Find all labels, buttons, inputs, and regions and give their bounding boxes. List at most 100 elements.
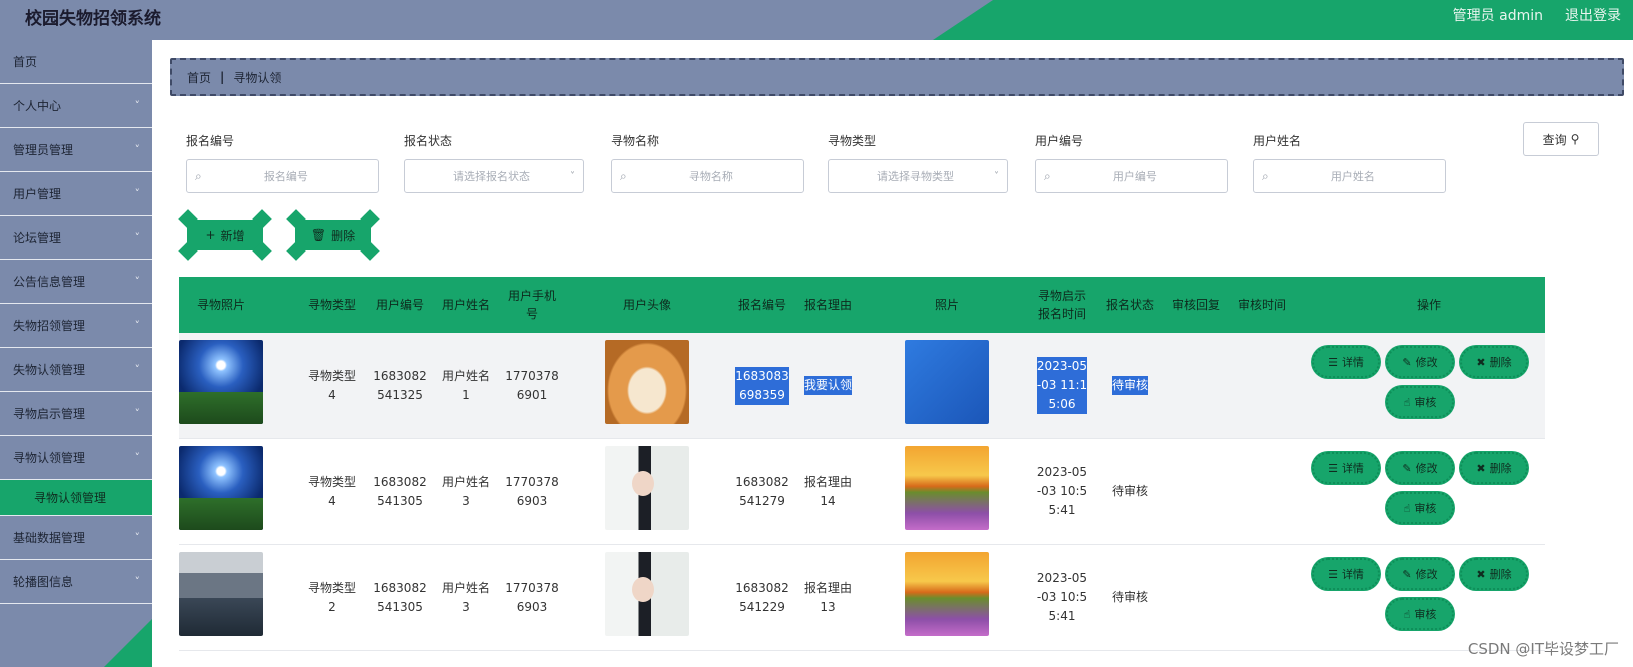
cell-reason: 报名理由 13 bbox=[803, 580, 852, 614]
sidebar-item-label: 失物认领管理 bbox=[13, 363, 86, 377]
filter-label: 报名状态 bbox=[404, 134, 453, 148]
detail-label: 详情 bbox=[1341, 568, 1364, 581]
item-photo bbox=[179, 446, 263, 530]
breadcrumb-home[interactable]: 首页 bbox=[187, 69, 211, 86]
sidebar-item-label: 论坛管理 bbox=[13, 231, 62, 245]
watermark: CSDN @IT毕设梦工厂 bbox=[1467, 640, 1619, 658]
audit-icon: ☝ bbox=[1403, 501, 1411, 515]
cell-phone: 1770378 6901 bbox=[505, 368, 559, 402]
filter-select[interactable]: 请选择寻物类型 ˅ bbox=[828, 159, 1008, 193]
sidebar-item[interactable]: 寻物启示管理 ˅ bbox=[0, 392, 152, 436]
edit-icon: ✎ bbox=[1402, 355, 1412, 369]
filter-1: 报名状态请选择报名状态 ˅ bbox=[404, 132, 584, 193]
column-header: 寻物启示 报名时间 bbox=[1037, 289, 1086, 321]
sidebar-item-label: 寻物认领管理 bbox=[13, 451, 86, 465]
sidebar-item[interactable]: 失物认领管理 ˅ bbox=[0, 348, 152, 392]
detail-button[interactable]: ☰ 详情 bbox=[1312, 346, 1380, 378]
sidebar-item[interactable]: 管理员管理 ˅ bbox=[0, 128, 152, 172]
delete-label: 删除 bbox=[1489, 568, 1512, 581]
detail-button[interactable]: ☰ 详情 bbox=[1312, 452, 1380, 484]
sidebar-item[interactable]: 轮播图信息 ˅ bbox=[0, 560, 152, 604]
filter-label: 报名编号 bbox=[186, 134, 235, 148]
cell-phone: 1770378 6903 bbox=[505, 474, 559, 508]
plus-icon: + bbox=[205, 228, 216, 242]
query-button[interactable]: 查询 ⚲ bbox=[1523, 122, 1599, 156]
column-header: 用户编号 bbox=[375, 298, 424, 312]
filter-4: 用户编号 ⌕ 用户编号 bbox=[1035, 132, 1228, 193]
filter-select[interactable]: 请选择报名状态 ˅ bbox=[404, 159, 584, 193]
detail-label: 详情 bbox=[1341, 356, 1364, 369]
breadcrumb-current: 寻物认领 bbox=[233, 70, 282, 85]
table-header: 寻物照片 寻物类型 用户编号 用户姓名 用户手机 号 用户头像 报名编号 报名理由 照片 寻物启示… bbox=[179, 277, 1545, 333]
sidebar-item-label: 用户管理 bbox=[13, 187, 62, 201]
delete-label: 删除 bbox=[1489, 462, 1512, 475]
audit-button[interactable]: ☝ 审核 bbox=[1386, 598, 1454, 630]
column-header: 用户姓名 bbox=[441, 298, 490, 312]
filter-input[interactable]: ⌕ 报名编号 bbox=[186, 159, 379, 193]
cell-apply-number: 1683082 541279 bbox=[735, 474, 789, 508]
search-icon: ⌕ bbox=[1262, 168, 1269, 183]
delete-label: 删除 bbox=[331, 228, 356, 243]
sidebar-item[interactable]: 首页 bbox=[0, 40, 152, 84]
cell-user-name: 用户姓名 3 bbox=[441, 580, 490, 614]
sidebar-item[interactable]: 寻物认领管理 ˅ bbox=[0, 436, 152, 480]
placeholder-text: 用户姓名 bbox=[1330, 170, 1375, 183]
cell-status: 待审核 bbox=[1097, 333, 1163, 438]
item-photo bbox=[179, 552, 263, 636]
sidebar-item[interactable]: 用户管理 ˅ bbox=[0, 172, 152, 216]
placeholder-text: 报名编号 bbox=[263, 170, 308, 183]
filter-input[interactable]: ⌕ 用户姓名 bbox=[1253, 159, 1446, 193]
column-header: 操作 bbox=[1416, 298, 1441, 312]
column-header: 报名理由 bbox=[803, 298, 852, 312]
sidebar-item[interactable]: 基础数据管理 ˅ bbox=[0, 516, 152, 560]
audit-button[interactable]: ☝ 审核 bbox=[1386, 386, 1454, 418]
audit-button[interactable]: ☝ 审核 bbox=[1386, 492, 1454, 524]
cell-apply-number: 1683082 541229 bbox=[735, 580, 789, 614]
chevron-down-icon: ˅ bbox=[134, 143, 141, 156]
sidebar-item[interactable]: 寻物认领管理 bbox=[0, 480, 152, 516]
placeholder-text: 请选择寻物类型 bbox=[877, 170, 954, 183]
logout-link[interactable]: 退出登录 bbox=[1565, 5, 1621, 25]
cell-status: 待审核 bbox=[1111, 484, 1148, 498]
filter-input[interactable]: ⌕ 用户编号 bbox=[1035, 159, 1228, 193]
audit-icon: ☝ bbox=[1403, 607, 1411, 621]
detail-button[interactable]: ☰ 详情 bbox=[1312, 558, 1380, 590]
delete-button[interactable]: ✖ 删除 bbox=[1460, 346, 1528, 378]
column-header: 审核回复 bbox=[1171, 298, 1220, 312]
delete-button[interactable]: ✖ 删除 bbox=[1460, 558, 1528, 590]
sidebar-menu: 首页 个人中心 ˅ 管理员管理 ˅ 用户管理 ˅ 论坛管理 ˅ 公告信息管理 ˅ 失物招领管理 ˅ 失物认… bbox=[0, 40, 152, 604]
filter-2: 寻物名称 ⌕ 寻物名称 bbox=[611, 132, 804, 193]
edit-label: 修改 bbox=[1415, 568, 1438, 581]
filter-input[interactable]: ⌕ 寻物名称 bbox=[611, 159, 804, 193]
delete-button[interactable]: ✖ 删除 bbox=[1460, 452, 1528, 484]
cell-apply-number: 1683083 698359 bbox=[729, 333, 795, 438]
chevron-down-icon: ˅ bbox=[994, 170, 999, 182]
edit-label: 修改 bbox=[1415, 462, 1438, 475]
sidebar-corner-decoration bbox=[104, 619, 152, 667]
sidebar-item-label: 个人中心 bbox=[13, 99, 62, 113]
cell-apply-time: 2023-05 -03 10:5 5:41 bbox=[1036, 571, 1088, 623]
filter-0: 报名编号 ⌕ 报名编号 bbox=[186, 132, 379, 193]
sidebar-item-label: 寻物启示管理 bbox=[13, 407, 86, 421]
delete-icon: ✖ bbox=[1476, 567, 1486, 581]
edit-button[interactable]: ✎ 修改 bbox=[1386, 346, 1454, 378]
chevron-down-icon: ˅ bbox=[134, 319, 141, 332]
cell-item-type: 寻物类型 4 bbox=[307, 368, 356, 402]
edit-button[interactable]: ✎ 修改 bbox=[1386, 558, 1454, 590]
sidebar-item[interactable]: 公告信息管理 ˅ bbox=[0, 260, 152, 304]
add-button[interactable]: + 新增 bbox=[178, 209, 272, 261]
claim-photo bbox=[905, 340, 989, 424]
sidebar-item[interactable]: 失物招领管理 ˅ bbox=[0, 304, 152, 348]
sidebar-item-label: 轮播图信息 bbox=[13, 575, 74, 589]
sidebar-item[interactable]: 个人中心 ˅ bbox=[0, 84, 152, 128]
column-header: 报名编号 bbox=[737, 298, 786, 312]
audit-icon: ☝ bbox=[1403, 395, 1411, 409]
batch-delete-button[interactable]: 🗑 删除 bbox=[286, 209, 380, 261]
column-header: 照片 bbox=[934, 298, 959, 312]
cell-reason: 报名理由 14 bbox=[803, 474, 852, 508]
cell-user-number: 1683082 541305 bbox=[373, 474, 427, 508]
sidebar-item[interactable]: 论坛管理 ˅ bbox=[0, 216, 152, 260]
edit-button[interactable]: ✎ 修改 bbox=[1386, 452, 1454, 484]
column-header: 用户手机 号 bbox=[507, 289, 556, 321]
sidebar-item-label: 公告信息管理 bbox=[13, 275, 86, 289]
